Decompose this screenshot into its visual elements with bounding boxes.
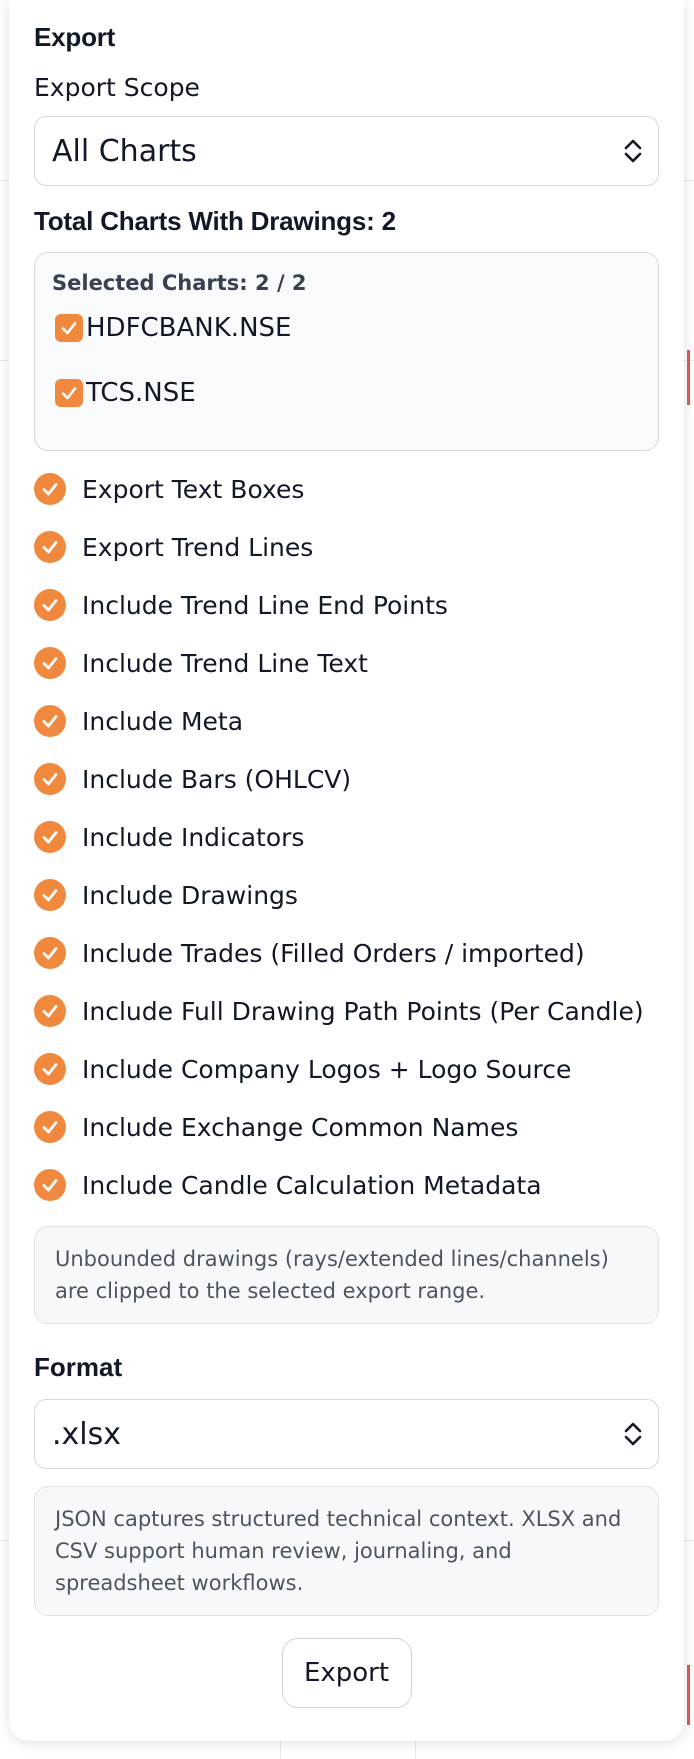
check-icon[interactable]: [34, 821, 66, 853]
option-include-company-logos[interactable]: Include Company Logos + Logo Source: [34, 1052, 659, 1086]
check-icon[interactable]: [34, 473, 66, 505]
option-include-trades[interactable]: Include Trades (Filled Orders / imported…: [34, 936, 659, 970]
export-scope-label: Export Scope: [34, 73, 200, 102]
option-include-candle-calculation-metadata[interactable]: Include Candle Calculation Metadata: [34, 1168, 659, 1202]
option-label: Export Text Boxes: [82, 474, 305, 504]
candle-mark: [687, 1665, 690, 1725]
option-label: Export Trend Lines: [82, 532, 314, 562]
export-panel: Export Export Scope All Charts Total Cha…: [9, 0, 684, 1741]
check-icon[interactable]: [34, 1111, 66, 1143]
check-icon[interactable]: [34, 937, 66, 969]
export-options-list: Export Text Boxes Export Trend Lines Inc…: [34, 472, 659, 1202]
check-icon[interactable]: [34, 589, 66, 621]
format-note: JSON captures structured technical conte…: [34, 1486, 659, 1616]
export-scope-value: All Charts: [52, 133, 197, 169]
export-button-wrap: Export: [34, 1638, 659, 1708]
option-include-full-drawing-path-points[interactable]: Include Full Drawing Path Points (Per Ca…: [34, 994, 659, 1028]
format-value: .xlsx: [52, 1416, 122, 1452]
chevron-up-down-icon: [622, 136, 644, 166]
check-icon[interactable]: [34, 647, 66, 679]
option-export-trend-lines[interactable]: Export Trend Lines: [34, 530, 659, 564]
option-label: Include Drawings: [82, 880, 298, 910]
option-label: Include Candle Calculation Metadata: [82, 1170, 542, 1200]
option-label: Include Bars (OHLCV): [82, 764, 352, 794]
check-icon[interactable]: [55, 314, 83, 342]
check-icon[interactable]: [34, 995, 66, 1027]
candle-mark: [687, 350, 690, 405]
option-label: Include Exchange Common Names: [82, 1112, 519, 1142]
option-label: Include Full Drawing Path Points (Per Ca…: [82, 996, 644, 1026]
range-note: Unbounded drawings (rays/extended lines/…: [34, 1226, 659, 1324]
check-icon[interactable]: [34, 531, 66, 563]
chart-item-label: TCS.NSE: [86, 378, 196, 408]
format-select[interactable]: .xlsx: [34, 1399, 659, 1469]
option-export-text-boxes[interactable]: Export Text Boxes: [34, 472, 659, 506]
check-icon[interactable]: [34, 705, 66, 737]
chart-item-hdfcbank[interactable]: HDFCBANK.NSE: [52, 311, 642, 345]
check-icon[interactable]: [34, 879, 66, 911]
option-label: Include Company Logos + Logo Source: [82, 1054, 572, 1084]
option-label: Include Trades (Filled Orders / imported…: [82, 938, 585, 968]
option-include-drawings[interactable]: Include Drawings: [34, 878, 659, 912]
export-scope-select[interactable]: All Charts: [34, 116, 659, 186]
option-label: Include Trend Line Text: [82, 648, 368, 678]
option-label: Include Trend Line End Points: [82, 590, 448, 620]
check-icon[interactable]: [34, 1169, 66, 1201]
export-button[interactable]: Export: [281, 1638, 412, 1708]
check-icon[interactable]: [34, 763, 66, 795]
selected-charts-box: Selected Charts: 2 / 2 HDFCBANK.NSE TCS.…: [34, 252, 659, 451]
format-label: Format: [34, 1352, 123, 1382]
option-label: Include Meta: [82, 706, 244, 736]
chart-item-tcs[interactable]: TCS.NSE: [52, 376, 642, 410]
option-include-trend-line-text[interactable]: Include Trend Line Text: [34, 646, 659, 680]
check-icon[interactable]: [34, 1053, 66, 1085]
option-include-meta[interactable]: Include Meta: [34, 704, 659, 738]
option-label: Include Indicators: [82, 822, 305, 852]
chart-item-label: HDFCBANK.NSE: [86, 313, 292, 343]
option-include-bars[interactable]: Include Bars (OHLCV): [34, 762, 659, 796]
chevron-up-down-icon: [622, 1419, 644, 1449]
selected-charts-label: Selected Charts: 2 / 2: [52, 271, 307, 295]
option-include-exchange-common-names[interactable]: Include Exchange Common Names: [34, 1110, 659, 1144]
total-charts-heading: Total Charts With Drawings: 2: [34, 206, 396, 236]
check-icon[interactable]: [55, 379, 83, 407]
panel-title: Export: [34, 22, 116, 52]
option-include-trend-line-end-points[interactable]: Include Trend Line End Points: [34, 588, 659, 622]
option-include-indicators[interactable]: Include Indicators: [34, 820, 659, 854]
